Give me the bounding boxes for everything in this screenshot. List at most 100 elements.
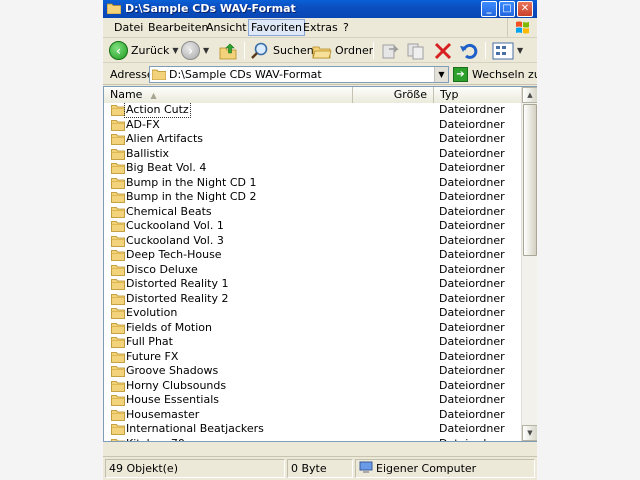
scroll-up-button[interactable]: ▲ xyxy=(522,87,537,103)
table-row[interactable]: Kitchen 70s Dateiordner xyxy=(104,437,522,441)
back-button[interactable]: ‹ Zurück ▼ xyxy=(109,40,179,61)
table-row[interactable]: Ballistix Dateiordner xyxy=(104,147,522,162)
delete-button[interactable] xyxy=(433,40,453,61)
file-name: Action Cutz xyxy=(124,103,191,118)
table-row[interactable]: Bump in the Night CD 2 Dateiordner xyxy=(104,190,522,205)
status-count: 49 Objekt(e) xyxy=(105,459,285,478)
scroll-down-button[interactable]: ▼ xyxy=(522,425,537,441)
table-row[interactable]: Distorted Reality 1 Dateiordner xyxy=(104,277,522,292)
table-row[interactable]: Housemaster Dateiordner xyxy=(104,408,522,423)
title-bar[interactable]: D:\Sample CDs WAV-Format _ □ ✕ xyxy=(103,0,537,18)
file-name: Bump in the Night CD 2 xyxy=(126,190,257,203)
table-row[interactable]: Future FX Dateiordner xyxy=(104,350,522,365)
menu-help[interactable]: ? xyxy=(341,21,351,34)
file-type: Dateiordner xyxy=(439,320,505,334)
table-row[interactable]: Cuckooland Vol. 3 Dateiordner xyxy=(104,234,522,249)
table-row[interactable]: Cuckooland Vol. 1 Dateiordner xyxy=(104,219,522,234)
maximize-button[interactable]: □ xyxy=(499,1,515,17)
back-dropdown-icon[interactable]: ▼ xyxy=(172,46,178,55)
menu-bearbeiten[interactable]: Bearbeiten xyxy=(146,21,210,34)
go-button[interactable]: ➔ Wechseln zu xyxy=(453,66,537,83)
table-row[interactable]: International Beatjackers Dateiordner xyxy=(104,422,522,437)
minimize-button[interactable]: _ xyxy=(481,1,497,17)
table-row[interactable]: Fields of Motion Dateiordner xyxy=(104,321,522,336)
file-name: Alien Artifacts xyxy=(126,132,203,145)
back-arrow-icon: ‹ xyxy=(109,41,128,60)
left-margin xyxy=(0,0,103,480)
vertical-scrollbar[interactable]: ▲ ▼ xyxy=(521,87,537,441)
toolbar-separator xyxy=(244,42,245,59)
folders-button[interactable]: Ordner xyxy=(312,40,373,61)
close-button[interactable]: ✕ xyxy=(517,1,533,17)
scroll-thumb[interactable] xyxy=(523,104,537,256)
file-type: Dateiordner xyxy=(439,393,505,406)
column-name-label: Name xyxy=(110,88,143,101)
folder-icon xyxy=(111,221,125,232)
table-row[interactable]: Action Cutz Dateiordner xyxy=(104,103,522,118)
forward-button[interactable]: › ▼ xyxy=(181,40,209,61)
undo-button[interactable] xyxy=(459,40,479,61)
file-type: Dateiordner xyxy=(439,306,505,319)
up-folder-button[interactable] xyxy=(218,40,238,61)
address-dropdown-button[interactable]: ▼ xyxy=(434,67,448,82)
back-label: Zurück xyxy=(131,44,170,57)
column-name[interactable]: Name ▲ xyxy=(104,87,353,103)
table-row[interactable]: Big Beat Vol. 4 Dateiordner xyxy=(104,161,522,176)
folder-icon xyxy=(111,366,125,377)
table-row[interactable]: Horny Clubsounds Dateiordner xyxy=(104,379,522,394)
menu-datei[interactable]: Datei xyxy=(112,21,145,34)
folder-icon xyxy=(111,308,125,319)
search-button[interactable]: Suchen xyxy=(250,40,314,61)
table-row[interactable]: House Essentials Dateiordner xyxy=(104,393,522,408)
file-name: Disco Deluxe xyxy=(126,262,198,276)
table-row[interactable]: Full Phat Dateiordner xyxy=(104,335,522,350)
table-row[interactable]: AD-FX Dateiordner xyxy=(104,118,522,133)
sort-ascending-icon: ▲ xyxy=(150,91,157,100)
address-input[interactable]: D:\Sample CDs WAV-Format ▼ xyxy=(149,66,449,83)
column-type[interactable]: Typ xyxy=(434,87,522,103)
move-to-button[interactable] xyxy=(380,40,400,61)
folder-icon xyxy=(111,395,125,406)
folder-icon xyxy=(111,105,125,116)
search-label: Suchen xyxy=(273,44,314,57)
menu-favoriten[interactable]: Favoriten xyxy=(248,19,305,36)
file-type: Dateiordner xyxy=(439,190,505,203)
table-row[interactable]: Evolution Dateiordner xyxy=(104,306,522,321)
status-bar: 49 Objekt(e) 0 Byte Eigener Computer xyxy=(103,456,537,480)
views-dropdown-icon[interactable]: ▼ xyxy=(517,46,523,55)
forward-dropdown-icon[interactable]: ▼ xyxy=(203,46,209,55)
status-location: Eigener Computer xyxy=(355,459,535,478)
file-type: Dateiordner xyxy=(439,422,505,435)
folder-icon xyxy=(111,134,125,145)
file-name: Distorted Reality 1 xyxy=(126,277,229,290)
file-type: Dateiordner xyxy=(439,378,505,392)
table-row[interactable]: Bump in the Night CD 1 Dateiordner xyxy=(104,176,522,191)
table-row[interactable]: Groove Shadows Dateiordner xyxy=(104,364,522,379)
column-size[interactable]: Größe xyxy=(353,87,434,103)
file-name: Cuckooland Vol. 3 xyxy=(126,233,224,247)
file-type: Dateiordner xyxy=(439,146,505,160)
file-type: Dateiordner xyxy=(439,132,505,145)
views-button[interactable]: ▼ xyxy=(492,40,523,61)
file-list[interactable]: Name ▲ Größe Typ Action Cutz Dateiordner AD… xyxy=(103,86,537,442)
table-row[interactable]: Alien Artifacts Dateiordner xyxy=(104,132,522,147)
copy-to-button[interactable] xyxy=(406,40,426,61)
folder-icon xyxy=(111,192,125,203)
menu-ansicht[interactable]: Ansicht xyxy=(204,21,249,34)
table-row[interactable]: Deep Tech-House Dateiordner xyxy=(104,248,522,263)
table-row[interactable]: Distorted Reality 2 Dateiordner xyxy=(104,292,522,307)
file-name: House Essentials xyxy=(126,393,220,406)
file-name: Groove Shadows xyxy=(126,364,219,377)
folder-icon xyxy=(111,177,125,189)
file-type: Dateiordner xyxy=(439,175,505,189)
window-title: D:\Sample CDs WAV-Format xyxy=(125,2,296,15)
menu-extras[interactable]: Extras xyxy=(301,21,340,34)
table-row[interactable]: Disco Deluxe Dateiordner xyxy=(104,263,522,278)
file-type: Dateiordner xyxy=(439,103,505,116)
file-type: Dateiordner xyxy=(439,233,505,247)
delete-x-icon xyxy=(434,42,452,59)
file-type: Dateiordner xyxy=(439,262,505,276)
file-name: Deep Tech-House xyxy=(126,248,222,261)
table-row[interactable]: Chemical Beats Dateiordner xyxy=(104,205,522,220)
folder-icon xyxy=(107,3,121,14)
